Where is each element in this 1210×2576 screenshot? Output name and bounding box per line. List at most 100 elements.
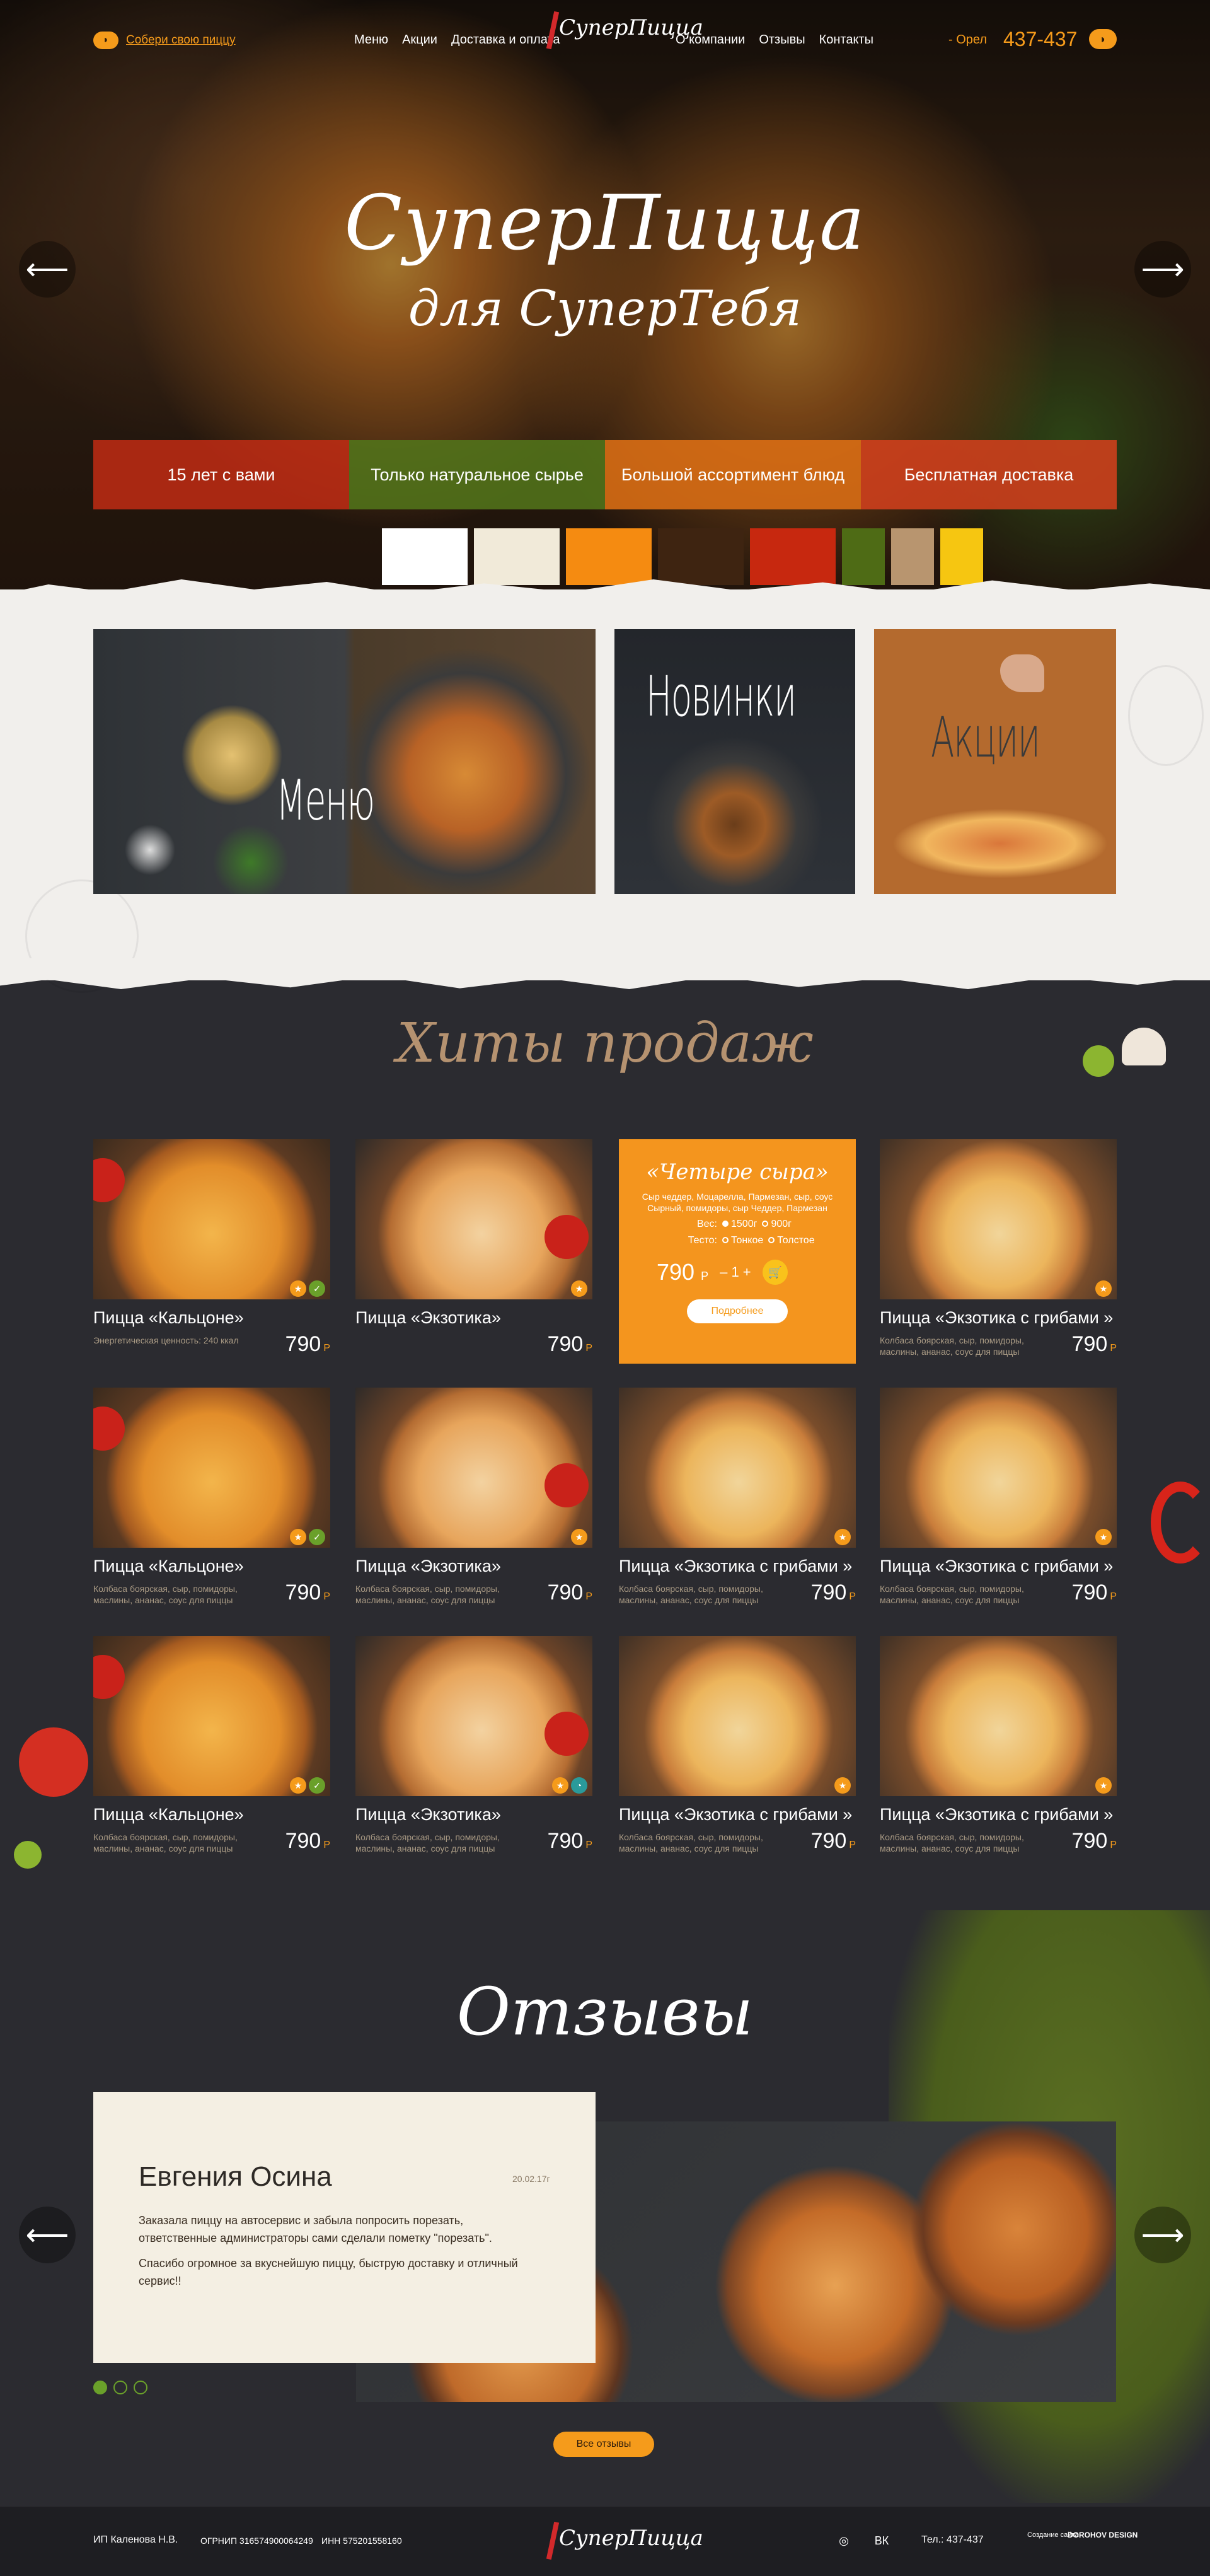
product-desc: Колбаса боярская, сыр, помидоры, маслины… xyxy=(355,1832,500,1854)
cart-icon[interactable]: ◗ xyxy=(1089,29,1117,49)
product-image xyxy=(93,1139,330,1299)
product-card[interactable]: ★ ✓ Пицца «Кальцоне» Колбаса боярская, сы… xyxy=(93,1388,330,1612)
tomato-icon xyxy=(544,1712,589,1756)
product-name: Пицца «Кальцоне» xyxy=(93,1557,244,1575)
studio-logo[interactable]: DOROHOV DESIGN xyxy=(1068,2531,1138,2539)
product-badges: ★ xyxy=(571,1280,587,1297)
pagination-dot-active[interactable] xyxy=(93,2381,107,2394)
footer-logo[interactable]: СуперПицца xyxy=(559,2526,703,2551)
category-promo-label: Акции xyxy=(931,705,1040,770)
product-card[interactable]: ★ Пицца «Экзотика с грибами » Колбаса бо… xyxy=(619,1388,856,1612)
product-badges: ★ ◔ xyxy=(552,1777,587,1794)
reviews-next-arrow-icon[interactable]: ⟶ xyxy=(1134,2207,1191,2263)
pepper-decor-icon xyxy=(1151,1482,1210,1564)
star-icon: ★ xyxy=(290,1529,306,1545)
nav-item-contacts[interactable]: Контакты xyxy=(819,33,873,47)
instagram-icon[interactable]: ◎ xyxy=(835,2532,853,2550)
nav-item-about[interactable]: О компании xyxy=(676,33,745,47)
footer: ИП Каленова Н.В. ОГРНИП 316574900064249 … xyxy=(0,2507,1210,2576)
tomato-icon xyxy=(544,1215,589,1259)
review-text: Заказала пиццу на автосервис и забыла по… xyxy=(139,2212,542,2297)
nav-item-promo[interactable]: Акции xyxy=(402,33,437,47)
dough-option: Тесто: Тонкое Толстое xyxy=(631,1235,843,1246)
hero-banner: ◗ Собери свою пиццу Меню Акции Доставка … xyxy=(0,0,1210,589)
product-price: 790 Р xyxy=(548,1332,592,1357)
category-new-card[interactable]: Новинки xyxy=(614,629,855,894)
product-desc: Колбаса боярская, сыр, помидоры, маслины… xyxy=(355,1584,500,1605)
product-card[interactable]: ★ ◔ Пицца «Экзотика» Колбаса боярская, сы… xyxy=(355,1636,592,1860)
build-pizza-link[interactable]: ◗ Собери свою пиццу xyxy=(93,32,236,49)
vk-icon[interactable]: ВК xyxy=(873,2532,890,2550)
product-image xyxy=(880,1636,1117,1796)
product-price: 790 Р xyxy=(285,1332,330,1357)
product-price: 790 Р xyxy=(811,1829,856,1854)
price-value: 790 xyxy=(285,1581,321,1604)
hero-subtitle: для СуперТебя xyxy=(408,281,802,337)
footer-inn: ИНН 575201558160 xyxy=(321,2536,402,2546)
weight-radio-900[interactable]: 900г xyxy=(762,1219,792,1230)
product-card[interactable]: ★ ✓ Пицца «Кальцоне» Энергетическая ценно… xyxy=(93,1139,330,1364)
product-price: 790 Р xyxy=(548,1829,592,1854)
dough-radio-thin[interactable]: Тонкое xyxy=(722,1235,763,1246)
nav-item-menu[interactable]: Меню xyxy=(354,33,388,47)
color-palette xyxy=(382,528,983,585)
build-pizza-label: Собери свою пиццу xyxy=(126,33,236,47)
reviews-prev-arrow-icon[interactable]: ⟵ xyxy=(19,2207,76,2263)
tomato-icon xyxy=(93,1158,125,1202)
price-value: 790 xyxy=(1071,1332,1108,1356)
product-price: 790 Р xyxy=(285,1829,330,1854)
tomato-decor-icon xyxy=(19,1727,88,1797)
dough-radio-thick[interactable]: Толстое xyxy=(768,1235,815,1246)
product-image xyxy=(880,1139,1117,1299)
category-menu-card[interactable]: Меню xyxy=(93,629,596,894)
nav-item-delivery[interactable]: Доставка и оплата xyxy=(451,33,560,47)
featured-price: 790 Р xyxy=(657,1259,708,1285)
star-icon: ★ xyxy=(1095,1777,1112,1794)
product-badges: ★ xyxy=(834,1529,851,1545)
add-to-cart-icon[interactable]: 🛒 xyxy=(762,1260,788,1285)
weight-1500-label: 1500г xyxy=(731,1219,758,1229)
city-selector[interactable]: - Орел xyxy=(948,33,987,47)
leaf-icon: ✓ xyxy=(309,1280,325,1297)
product-card[interactable]: ★ Пицца «Экзотика с грибами » Колбаса бо… xyxy=(880,1636,1117,1860)
product-card[interactable]: ★ Пицца «Экзотика» 790 Р xyxy=(355,1139,592,1364)
featured-name: «Четыре сыра» xyxy=(646,1159,829,1185)
all-reviews-button[interactable]: Все отзывы xyxy=(553,2432,654,2457)
product-card[interactable]: ★ Пицца «Экзотика» Колбаса боярская, сыр… xyxy=(355,1388,592,1612)
featured-currency: Р xyxy=(701,1270,709,1282)
weight-label: Вес: xyxy=(696,1219,717,1229)
header-phone[interactable]: 437-437 xyxy=(1003,28,1077,51)
product-card[interactable]: ★ Пицца «Экзотика с грибами » Колбаса бо… xyxy=(880,1139,1117,1364)
product-desc: Колбаса боярская, сыр, помидоры, маслины… xyxy=(880,1335,1024,1357)
currency: Р xyxy=(849,1591,856,1602)
category-promo-card[interactable]: Акции xyxy=(874,629,1116,894)
product-badges: ★ xyxy=(834,1777,851,1794)
details-button[interactable]: Подробнее xyxy=(687,1299,788,1323)
quantity-stepper[interactable]: – 1 + xyxy=(720,1264,751,1280)
product-name: Пицца «Экзотика с грибами » xyxy=(619,1805,853,1824)
featured-product-card[interactable]: «Четыре сыра» Сыр чеддер, Моцарелла, Пар… xyxy=(619,1139,856,1364)
dough-label: Тесто: xyxy=(688,1235,717,1246)
hand-image xyxy=(1000,654,1044,692)
product-desc: Колбаса боярская, сыр, помидоры, маслины… xyxy=(93,1832,238,1854)
hero-next-arrow-icon[interactable]: ⟶ xyxy=(1134,241,1191,298)
feature-years: 15 лет с вами xyxy=(93,440,349,509)
product-card[interactable]: ★ Пицца «Экзотика с грибами » Колбаса бо… xyxy=(880,1388,1117,1612)
product-name: Пицца «Экзотика с грибами » xyxy=(619,1557,853,1575)
pagination-dot[interactable] xyxy=(134,2381,147,2394)
weight-radio-1500[interactable]: 1500г xyxy=(722,1219,757,1230)
currency: Р xyxy=(585,1591,592,1602)
price-value: 790 xyxy=(547,1332,584,1356)
pagination-dot[interactable] xyxy=(113,2381,127,2394)
product-name: Пицца «Кальцоне» xyxy=(93,1805,244,1824)
footer-phone[interactable]: Тел.: 437-437 xyxy=(921,2534,984,2546)
hero-prev-arrow-icon[interactable]: ⟵ xyxy=(19,241,76,298)
review-card: Евгения Осина 20.02.17г Заказала пиццу н… xyxy=(93,2092,596,2363)
product-card[interactable]: ★ Пицца «Экзотика с грибами » Колбаса бо… xyxy=(619,1636,856,1860)
radio-off-icon xyxy=(722,1237,729,1243)
hits-title: Хиты продаж xyxy=(396,1012,814,1075)
product-price: 790 Р xyxy=(285,1581,330,1605)
product-card[interactable]: ★ ✓ Пицца «Кальцоне» Колбаса боярская, сы… xyxy=(93,1636,330,1860)
nav-left: Меню Акции Доставка и оплата xyxy=(354,33,560,47)
nav-item-reviews[interactable]: Отзывы xyxy=(759,33,805,47)
